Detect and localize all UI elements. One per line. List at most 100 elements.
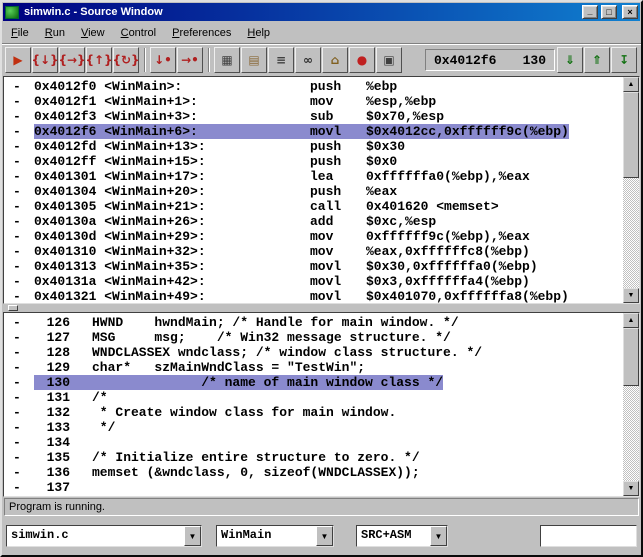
breakpoint-gutter[interactable]: - [4, 274, 34, 289]
function-combobox-arrow[interactable]: ▼ [316, 526, 333, 546]
source-line-content[interactable]: 128WNDCLASSEX wndclass; /* window class … [34, 345, 482, 360]
breakpoint-gutter[interactable]: - [4, 259, 34, 274]
breakpoint-gutter[interactable]: - [4, 109, 34, 124]
next-button[interactable]: {→} [59, 47, 85, 73]
sash-handle[interactable] [8, 305, 18, 311]
breakpoint-gutter[interactable]: - [4, 184, 34, 199]
menu-run[interactable]: Run [37, 24, 73, 42]
display-mode-combobox[interactable]: SRC+ASM ▼ [356, 525, 448, 547]
menu-control[interactable]: Control [113, 24, 164, 42]
asm-line-content[interactable]: 0x40130d <WinMain+29>:mov0xffffff9c(%ebp… [34, 229, 530, 244]
scroll-track[interactable] [623, 328, 639, 481]
maximize-button[interactable]: □ [601, 5, 617, 19]
file-combobox[interactable]: simwin.c ▼ [6, 525, 202, 547]
registers-button[interactable]: ▦ [214, 47, 240, 73]
menu-preferences[interactable]: Preferences [164, 24, 239, 42]
current-source-line[interactable]: 130 /* name of main window class */ [34, 375, 443, 390]
source-line-content[interactable]: 135/* Initialize entire structure to zer… [34, 450, 420, 465]
bottom-stack-frame-button[interactable]: ↧ [611, 47, 637, 73]
asm-line-content[interactable]: 0x401310 <WinMain+32>:mov%eax,0xffffffc8… [34, 244, 530, 259]
source-line-content[interactable]: 137 [34, 480, 92, 495]
watch-expressions-button[interactable]: ∞ [295, 47, 321, 73]
source-line-content[interactable]: 126HWND hwndMain; /* Handle for main win… [34, 315, 459, 330]
breakpoint-gutter[interactable]: - [4, 214, 34, 229]
step-asm-instruction-button[interactable]: ↓• [150, 47, 176, 73]
source-line-content[interactable]: 138/* This class is called TestWin */ [34, 495, 357, 496]
breakpoint-gutter[interactable]: - [4, 360, 34, 375]
local-variables-button[interactable]: ⌂ [322, 47, 348, 73]
display-mode-combobox-arrow[interactable]: ▼ [430, 526, 447, 546]
menu-view[interactable]: View [73, 24, 113, 42]
source-scrollbar[interactable]: ▲ ▼ [623, 313, 639, 496]
function-combobox[interactable]: WinMain ▼ [216, 525, 334, 547]
close-button[interactable]: × [622, 5, 638, 19]
asm-line-content[interactable]: 0x4012f0 <WinMain>:push%ebp [34, 79, 397, 94]
scroll-up-button[interactable]: ▲ [623, 313, 639, 328]
breakpoint-gutter[interactable]: - [4, 289, 34, 303]
breakpoint-gutter[interactable]: - [4, 124, 34, 139]
breakpoint-gutter[interactable]: - [4, 450, 34, 465]
breakpoint-gutter[interactable]: - [4, 375, 34, 390]
current-pc-line[interactable]: 0x4012f6 <WinMain+6>:movl$0x4012cc,0xfff… [34, 124, 569, 139]
continue-button[interactable]: {↻} [113, 47, 139, 73]
asm-line-content[interactable]: 0x401313 <WinMain+35>:movl$0x30,0xffffff… [34, 259, 538, 274]
finish-button[interactable]: {↑} [86, 47, 112, 73]
source-line-content[interactable]: 136memset (&wndclass, 0, sizeof(WNDCLASS… [34, 465, 420, 480]
asm-line-content[interactable]: 0x401305 <WinMain+21>:call0x401620 <mems… [34, 199, 499, 214]
breakpoints-button[interactable]: ● [349, 47, 375, 73]
breakpoint-gutter[interactable]: - [4, 405, 34, 420]
scroll-down-button[interactable]: ▼ [623, 288, 639, 303]
run-button[interactable]: ▶ [5, 47, 31, 73]
asm-line-content[interactable]: 0x4012fd <WinMain+13>:push$0x30 [34, 139, 405, 154]
scroll-thumb[interactable] [623, 328, 639, 386]
scroll-down-button[interactable]: ▼ [623, 481, 639, 496]
asm-line-content[interactable]: 0x40131a <WinMain+42>:movl$0x3,0xffffffa… [34, 274, 530, 289]
pane-sash[interactable] [2, 304, 641, 312]
breakpoint-gutter[interactable]: - [4, 330, 34, 345]
scroll-thumb[interactable] [623, 92, 639, 178]
breakpoint-gutter[interactable]: - [4, 465, 34, 480]
asm-line-content[interactable]: 0x4012ff <WinMain+15>:push$0x0 [34, 154, 397, 169]
asm-line-content[interactable]: 0x4012f3 <WinMain+3>:sub$0x70,%esp [34, 109, 444, 124]
breakpoint-gutter[interactable]: - [4, 244, 34, 259]
asm-scrollbar[interactable]: ▲ ▼ [623, 77, 639, 303]
up-stack-frame-button[interactable]: ⇑ [584, 47, 610, 73]
down-stack-frame-button[interactable]: ⇓ [557, 47, 583, 73]
breakpoint-gutter[interactable]: - [4, 345, 34, 360]
source-line-content[interactable]: 132 * Create window class for main windo… [34, 405, 396, 420]
menu-help[interactable]: Help [239, 24, 278, 42]
asm-line-content[interactable]: 0x401321 <WinMain+49>:movl$0x401070,0xff… [34, 289, 569, 303]
menu-file[interactable]: File [3, 24, 37, 42]
breakpoint-gutter[interactable]: - [4, 154, 34, 169]
asm-line-content[interactable]: 0x4012f1 <WinMain+1>:mov%esp,%ebp [34, 94, 436, 109]
breakpoint-gutter[interactable]: - [4, 199, 34, 214]
scroll-up-button[interactable]: ▲ [623, 77, 639, 92]
asm-line-content[interactable]: 0x40130a <WinMain+26>:add$0xc,%esp [34, 214, 436, 229]
source-line-content[interactable]: 134 [34, 435, 92, 450]
source-line-content[interactable]: 127MSG msg; /* Win32 message structure. … [34, 330, 451, 345]
breakpoint-gutter[interactable]: - [4, 420, 34, 435]
breakpoint-gutter[interactable]: - [4, 315, 34, 330]
source-line-content[interactable]: 131/* [34, 390, 108, 405]
source-line-content[interactable]: 129char* szMainWndClass = "TestWin"; [34, 360, 365, 375]
breakpoint-gutter[interactable]: - [4, 169, 34, 184]
next-asm-instruction-button[interactable]: →• [177, 47, 203, 73]
step-button[interactable]: {↓} [32, 47, 58, 73]
breakpoint-gutter[interactable]: - [4, 139, 34, 154]
file-combobox-arrow[interactable]: ▼ [184, 526, 201, 546]
asm-line-content[interactable]: 0x401301 <WinMain+17>:lea0xffffffa0(%ebp… [34, 169, 530, 184]
breakpoint-gutter[interactable]: - [4, 79, 34, 94]
breakpoint-gutter[interactable]: - [4, 480, 34, 495]
stack-button[interactable]: ≡ [268, 47, 294, 73]
breakpoint-gutter[interactable]: - [4, 94, 34, 109]
breakpoint-gutter[interactable]: - [4, 229, 34, 244]
minimize-button[interactable]: _ [582, 5, 598, 19]
source-line-content[interactable]: 133 */ [34, 420, 115, 435]
console-button[interactable]: ▣ [376, 47, 402, 73]
breakpoint-gutter[interactable]: - [4, 390, 34, 405]
breakpoint-gutter[interactable]: - [4, 435, 34, 450]
breakpoint-gutter[interactable]: - [4, 495, 34, 496]
memory-button[interactable]: ▤ [241, 47, 267, 73]
asm-line-content[interactable]: 0x401304 <WinMain+20>:push%eax [34, 184, 397, 199]
scroll-track[interactable] [623, 92, 639, 288]
